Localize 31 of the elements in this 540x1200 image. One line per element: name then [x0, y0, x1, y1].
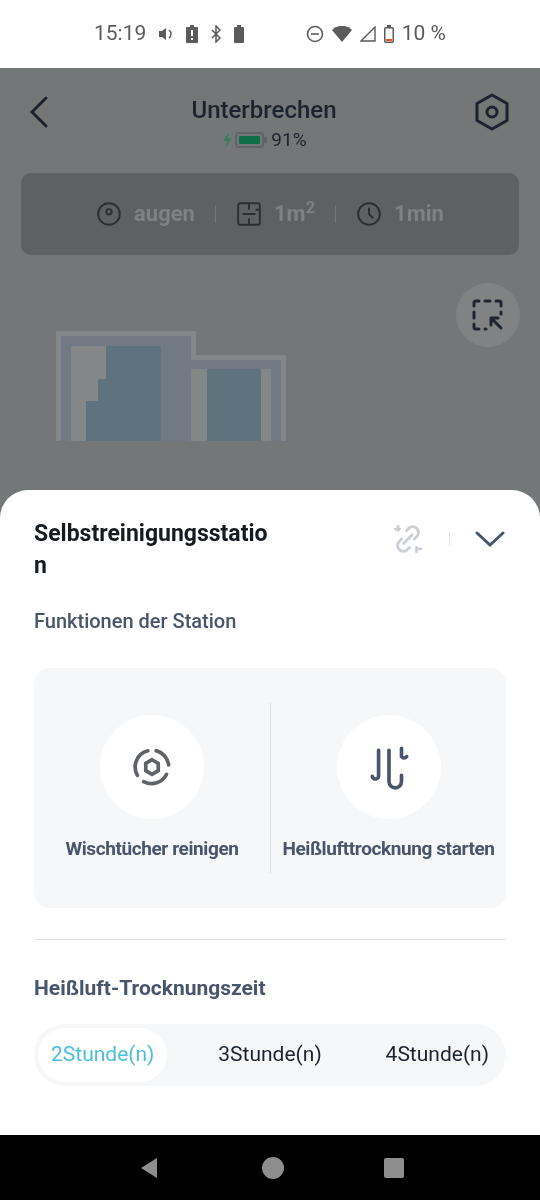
area-select-icon — [471, 297, 505, 332]
do-not-disturb-icon — [305, 25, 324, 43]
target-icon — [96, 200, 123, 227]
charging-bolt-icon — [221, 131, 232, 150]
station-action-button[interactable]: Wischtücher reinigen — [34, 703, 270, 873]
speaker-icon — [158, 26, 175, 42]
floor-plan-icon — [235, 200, 262, 227]
link-icon — [391, 522, 425, 556]
nav-home-button[interactable] — [262, 1156, 284, 1179]
signal-icon — [359, 26, 376, 42]
alert-battery-icon — [186, 25, 199, 43]
sheet-title: Selbstreinigungsstation — [34, 519, 269, 581]
triangle-back-icon — [139, 1156, 159, 1179]
wifi-icon — [331, 26, 352, 42]
duration-option[interactable]: 3Stunde(n) — [205, 1027, 335, 1082]
bluetooth-icon — [210, 25, 223, 43]
section-heading: Funktionen der Station — [34, 608, 238, 635]
nav-recents-button[interactable] — [384, 1157, 404, 1178]
low-battery-icon — [383, 25, 394, 43]
clock-icon — [356, 200, 383, 227]
robot-battery-percent: 91% — [271, 127, 307, 153]
section-heading: Heißluft-Trocknungszeit — [34, 975, 267, 1002]
duration-option[interactable]: 4Stunde(n) — [372, 1027, 502, 1082]
settings-icon — [473, 93, 511, 131]
battery-icon — [234, 25, 245, 43]
chevron-down-icon — [475, 530, 505, 548]
status-time: 15:19 — [94, 20, 147, 48]
battery-percent: 10 % — [401, 20, 446, 48]
battery-icon — [235, 131, 268, 150]
station-action-button[interactable]: Heißlufttrocknung starten — [271, 703, 506, 873]
status-title: Unterbrechen — [191, 95, 337, 126]
